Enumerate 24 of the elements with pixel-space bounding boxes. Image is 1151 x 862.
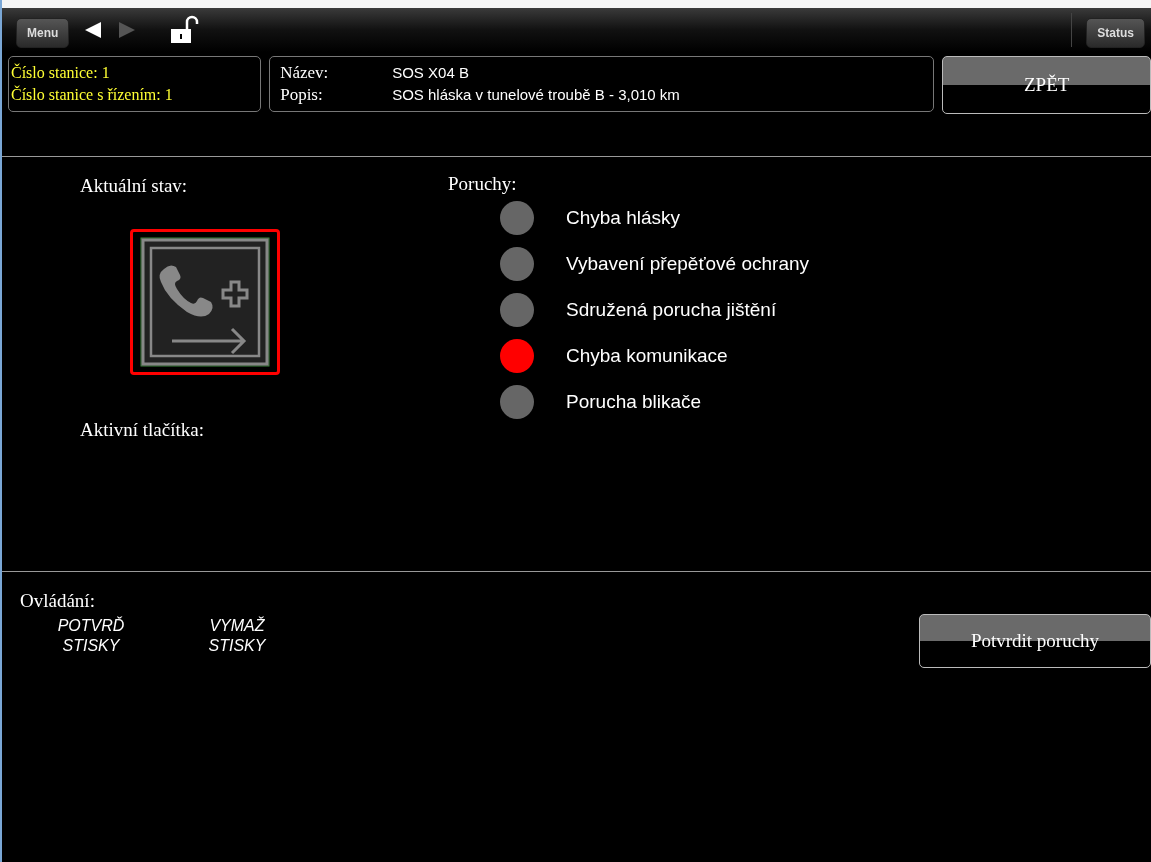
emergency-phone-icon bbox=[140, 237, 270, 367]
padlock-icon[interactable] bbox=[169, 15, 200, 45]
confirm-faults-button[interactable]: Potvrdit poruchy bbox=[919, 614, 1151, 668]
fault-label: Chyba hlásky bbox=[566, 207, 681, 229]
name-value: SOS X04 B bbox=[392, 63, 470, 83]
fault-label: Porucha blikače bbox=[566, 391, 702, 413]
description-label: Popis: bbox=[280, 84, 324, 106]
active-buttons-label: Aktivní tlačítka: bbox=[80, 419, 205, 441]
fault-label: Vybavení přepěťové ochrany bbox=[566, 253, 810, 275]
back-button[interactable]: ZPĚT bbox=[942, 56, 1151, 114]
faults-label: Poruchy: bbox=[448, 173, 518, 195]
current-state-label: Aktuální stav: bbox=[80, 175, 189, 197]
description-value: SOS hláska v tunelové troubě B - 3,010 km bbox=[392, 85, 681, 105]
menu-button[interactable]: Menu bbox=[16, 18, 70, 48]
back-arrow-icon[interactable] bbox=[83, 20, 104, 40]
control-station-number: Číslo stanice s řízením: 1 bbox=[11, 84, 174, 105]
fault-label: Chyba komunikace bbox=[566, 345, 728, 367]
status-button[interactable]: Status bbox=[1086, 18, 1145, 48]
control-button[interactable]: VYMAŽ STISKY bbox=[182, 616, 292, 656]
name-label: Název: bbox=[280, 62, 330, 84]
station-number: Číslo stanice: 1 bbox=[11, 62, 111, 83]
controls-label: Ovládání: bbox=[20, 590, 96, 612]
fault-label: Sdružená porucha jištění bbox=[566, 299, 777, 321]
control-button[interactable]: POTVRĎ STISKY bbox=[40, 616, 142, 656]
